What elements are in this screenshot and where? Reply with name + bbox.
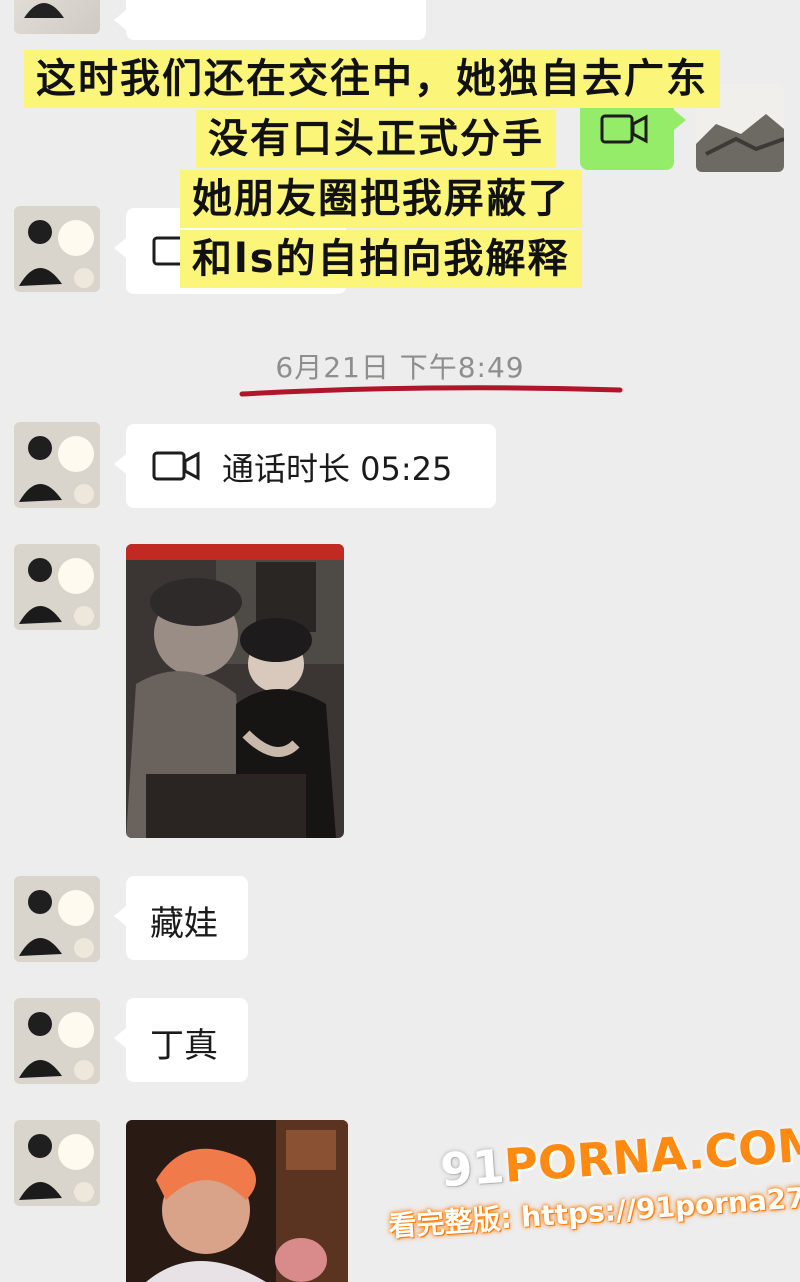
avatar[interactable]: [14, 1120, 100, 1206]
call-duration-text: 通话时长 05:25: [222, 450, 453, 488]
caption-line-4: 和ls的自拍向我解释: [180, 230, 582, 288]
video-call-icon: [152, 451, 200, 481]
message-text: 藏娃: [150, 904, 218, 944]
timestamp: 6月21日 下午8:49: [275, 351, 525, 384]
caption-line-2: 没有口头正式分手: [196, 110, 556, 168]
avatar[interactable]: [14, 544, 100, 630]
avatar[interactable]: [14, 998, 100, 1084]
caption-line-3: 她朋友圈把我屏蔽了: [180, 170, 582, 228]
caption-line-1: 这时我们还在交往中，她独自去广东: [24, 50, 720, 108]
text-message[interactable]: 丁真: [114, 998, 248, 1082]
photo-message[interactable]: [126, 544, 344, 838]
red-underline: [239, 385, 623, 397]
caption-overlay: 这时我们还在交往中，她独自去广东 没有口头正式分手 她朋友圈把我屏蔽了 和ls的…: [0, 0, 800, 300]
watermark-logo-number: 91: [438, 1138, 507, 1198]
text-message[interactable]: 藏娃: [114, 876, 248, 960]
avatar[interactable]: [14, 422, 100, 508]
message-text: 丁真: [150, 1026, 218, 1066]
video-call-bubble[interactable]: 通话时长 05:25: [114, 424, 496, 508]
avatar[interactable]: [14, 876, 100, 962]
photo-message[interactable]: [126, 1120, 348, 1282]
